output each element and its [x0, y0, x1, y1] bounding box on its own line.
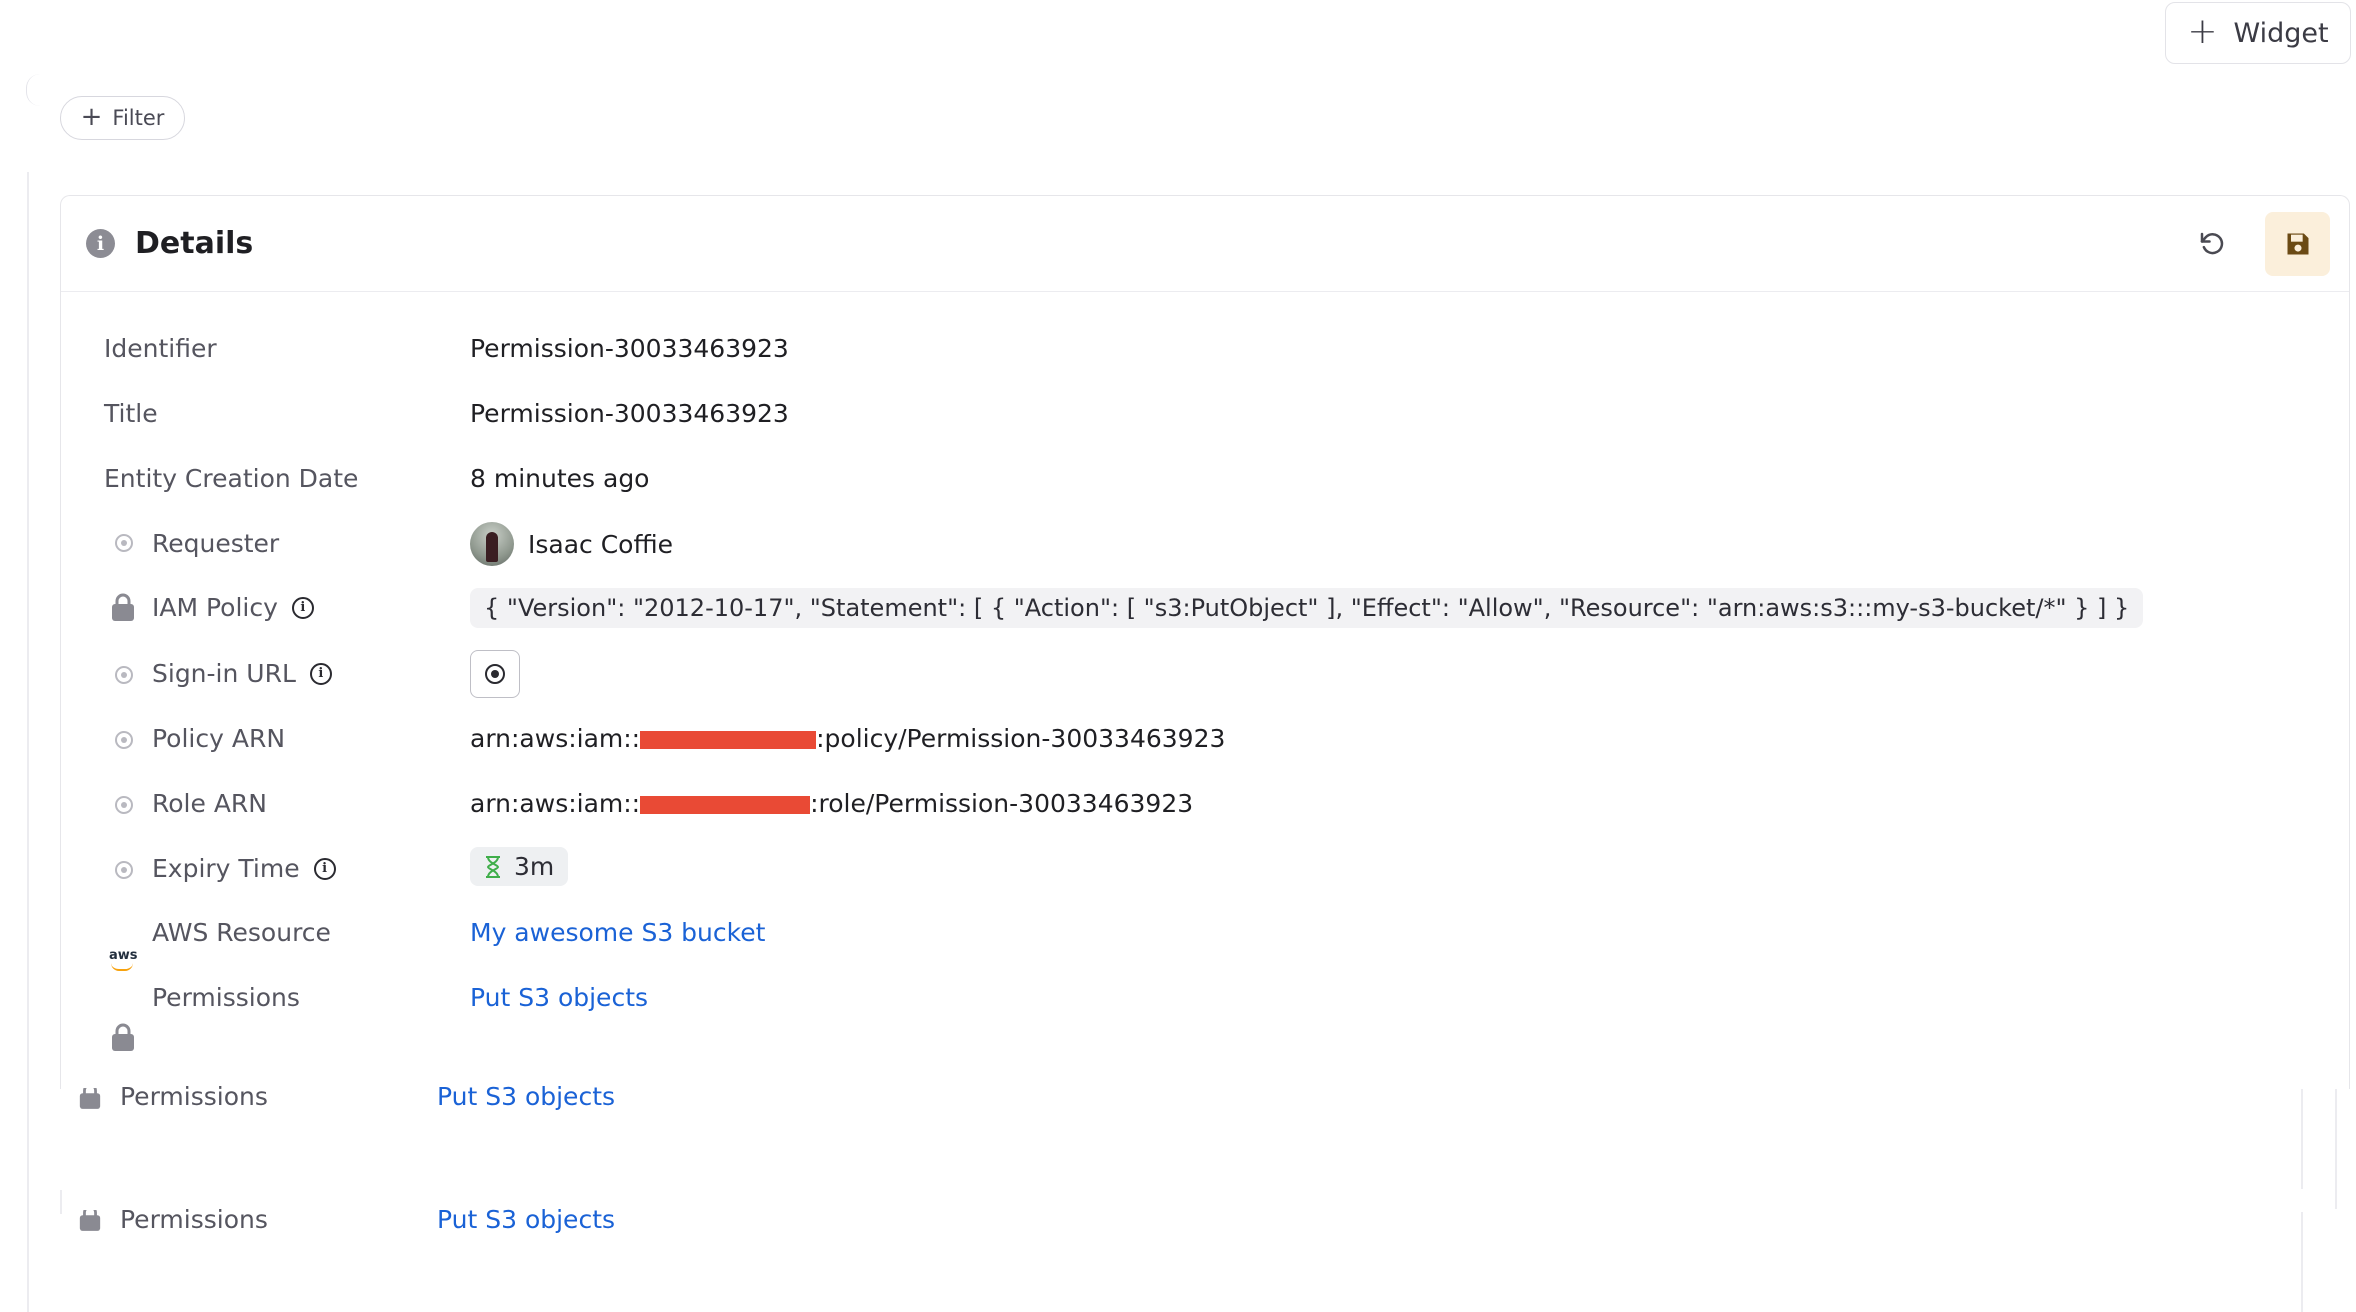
requester-row-icon [111, 530, 137, 556]
identifier-value: Permission-30033463923 [470, 334, 789, 363]
policy-arn-label: Policy ARN [152, 724, 286, 753]
plus-icon: + [80, 102, 103, 132]
lock-icon [110, 592, 136, 621]
ghost-permissions-link[interactable]: Put S3 objects [437, 1205, 615, 1234]
aws-resource-label: AWS Resource [152, 918, 331, 947]
save-button[interactable] [2265, 212, 2330, 276]
ghost-permissions-label: Permissions [120, 1082, 268, 1111]
page-edge-divider [27, 172, 29, 1312]
ghost-permissions-link[interactable]: Put S3 objects [437, 1082, 615, 1111]
redaction-mark [640, 796, 811, 814]
page-edge-arc [26, 74, 41, 106]
lock-icon [78, 1088, 102, 1110]
requester-name: Isaac Coffie [528, 529, 674, 559]
radio-dot-icon [115, 796, 133, 814]
iam-policy-value: { "Version": "2012-10-17", "Statement": … [470, 588, 2144, 628]
signin-row-icon [111, 662, 137, 688]
policy-arn-suffix: :policy/Permission-30033463923 [816, 724, 1226, 753]
save-icon [2287, 233, 2308, 255]
role-arn-value: arn:aws:iam:::role/Permission-3003346392… [470, 789, 1193, 818]
title-value: Permission-30033463923 [470, 399, 789, 428]
iam-policy-label: IAM Policy [152, 593, 278, 622]
info-icon: i [86, 229, 115, 258]
expiry-label-group: Expiry Time i [152, 854, 336, 883]
lock-icon [78, 1210, 102, 1232]
policy-arn-row-icon [111, 727, 137, 753]
requester-value[interactable]: Isaac Coffie [470, 522, 673, 566]
role-arn-suffix: :role/Permission-30033463923 [810, 789, 1194, 818]
ghost-divider [60, 1190, 62, 1214]
add-filter-button[interactable]: + Filter [60, 96, 185, 140]
aws-resource-link[interactable]: My awesome S3 bucket [470, 918, 765, 947]
identifier-label: Identifier [104, 334, 217, 363]
aws-logo-icon: aws [109, 949, 2356, 971]
permissions-label: Permissions [152, 983, 300, 1012]
permissions-link[interactable]: Put S3 objects [470, 983, 648, 1012]
info-icon[interactable]: i [291, 596, 314, 619]
card-title: Details [135, 226, 254, 261]
info-icon[interactable]: i [309, 662, 332, 685]
expiry-value: 3m [514, 852, 555, 881]
ghost-divider [2301, 1212, 2303, 1312]
details-card-header: i Details [61, 196, 2349, 292]
radio-dot-icon [115, 731, 133, 749]
iam-policy-label-group: IAM Policy i [152, 593, 314, 622]
info-icon[interactable]: i [313, 857, 336, 880]
reset-button[interactable] [2188, 220, 2236, 268]
role-arn-row-icon [111, 792, 137, 818]
expiry-label: Expiry Time [152, 854, 300, 883]
policy-arn-value: arn:aws:iam:::policy/Permission-30033463… [470, 724, 1225, 753]
lock-icon [110, 1022, 136, 1051]
add-widget-button[interactable]: + Widget [2165, 2, 2351, 64]
add-filter-label: Filter [112, 106, 165, 130]
title-label: Title [104, 399, 158, 428]
radio-dot-icon [115, 534, 133, 552]
role-arn-label: Role ARN [152, 789, 267, 818]
role-arn-prefix: arn:aws:iam:: [470, 789, 641, 818]
creation-date-value: 8 minutes ago [470, 464, 650, 493]
hourglass-icon [486, 855, 500, 878]
creation-date-label: Entity Creation Date [104, 464, 359, 493]
avatar [470, 522, 514, 566]
requester-label: Requester [152, 529, 280, 558]
signin-label: Sign-in URL [152, 659, 296, 688]
ghost-divider [2335, 1089, 2337, 1209]
radio-dot-icon [115, 861, 133, 879]
policy-arn-prefix: arn:aws:iam:: [470, 724, 641, 753]
expiry-row-icon [111, 857, 137, 883]
plus-icon: + [2187, 10, 2218, 52]
signin-label-group: Sign-in URL i [152, 659, 332, 688]
record-icon [485, 664, 505, 684]
expiry-value-chip: 3m [470, 847, 569, 886]
radio-dot-icon [115, 666, 133, 684]
undo-icon [2200, 232, 2224, 255]
ghost-permissions-label: Permissions [120, 1205, 268, 1234]
add-widget-label: Widget [2233, 17, 2329, 49]
signin-url-button[interactable] [470, 650, 520, 698]
redaction-mark [640, 731, 817, 749]
ghost-divider [2301, 1089, 2303, 1189]
